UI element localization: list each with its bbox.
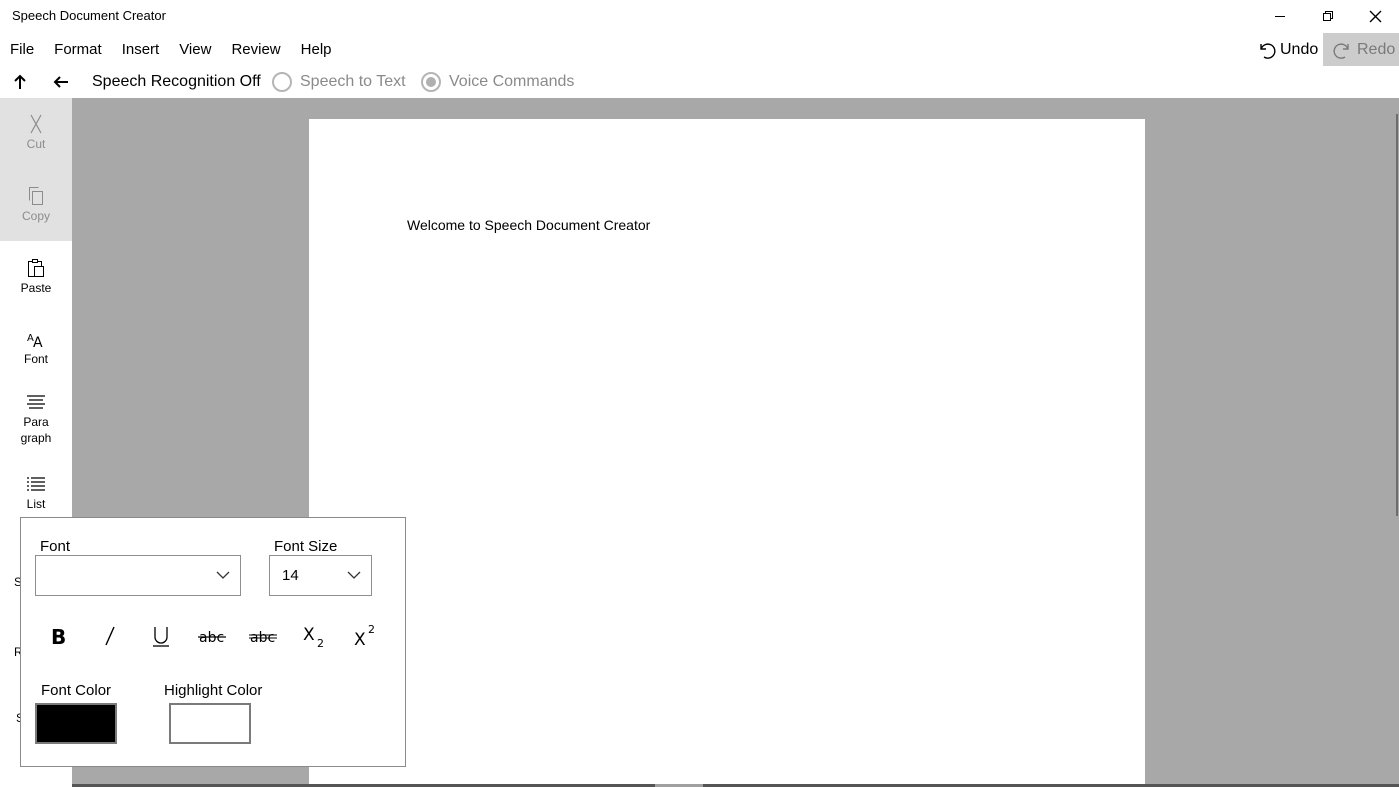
svg-text:2: 2 [317,637,324,649]
up-arrow-icon [14,74,26,89]
svg-text:B: B [51,625,66,648]
underline-button[interactable] [141,614,181,658]
italic-button[interactable] [90,614,130,658]
svg-text:abc: abc [199,630,224,646]
menu-review[interactable]: Review [221,34,290,66]
highlight-color-label: Highlight Color [164,682,263,699]
menu-format[interactable]: Format [44,34,112,66]
speech-recognition-status: Speech Recognition Off [92,73,261,90]
font-icon: AA [27,333,43,349]
list-label: List [26,497,46,511]
back-arrow-icon [53,76,68,88]
subscript-icon: X2 [303,625,324,649]
redo-icon [1333,42,1349,59]
strikethrough-icon: abc [198,630,226,646]
font-color-label: Font Color [41,682,112,699]
back-arrow-button[interactable] [44,66,78,98]
close-button[interactable] [1352,0,1398,32]
radio-voice-commands[interactable]: Voice Commands [421,66,574,98]
document-page[interactable]: Welcome to Speech Document Creator [309,119,1145,787]
radio-speech-to-text-label: Speech to Text [300,73,406,90]
scissors-icon [30,114,42,134]
copy-button[interactable]: Copy [0,186,72,224]
vertical-scrollbar[interactable] [1396,114,1398,516]
copy-icon [29,187,43,205]
redo-button[interactable]: Redo [1323,33,1399,66]
font-color-swatch[interactable] [35,703,117,744]
radio-speech-to-text[interactable]: Speech to Text [272,66,406,98]
subscript-button[interactable]: X2 [295,614,335,658]
paste-icon [28,259,44,277]
superscript-button[interactable]: X2 [346,614,386,658]
chevron-down-icon [347,571,361,579]
font-button[interactable]: AA Font [0,331,72,367]
menu-help[interactable]: Help [291,34,342,66]
paste-label: Paste [20,281,52,295]
svg-text:X: X [303,625,315,645]
svg-text:A: A [33,335,43,349]
redo-label: Redo [1357,40,1396,58]
restore-icon [1323,11,1333,21]
cut-label: Cut [26,137,46,151]
font-label: Font [23,352,48,366]
font-family-label: Font [40,538,71,555]
paragraph-label: Para graph [20,415,52,445]
chevron-down-icon [216,571,230,579]
document-text[interactable]: Welcome to Speech Document Creator [407,217,650,233]
paragraph-button[interactable]: Para graph [0,394,72,446]
restore-button[interactable] [1305,0,1351,32]
font-size-label: Font Size [274,538,338,555]
menu-bar: File Format Insert View Review Help [0,34,342,66]
up-arrow-button[interactable] [3,66,37,98]
radio-checked-icon [421,72,441,92]
undo-label: Undo [1280,40,1319,58]
undo-button[interactable]: Undo [1250,33,1320,66]
bold-button[interactable]: B [38,614,78,658]
italic-icon [105,626,115,646]
minimize-button[interactable] [1257,0,1303,32]
menu-view[interactable]: View [169,34,221,66]
font-size-dropdown[interactable]: 14 [269,555,372,596]
underline-icon [153,627,169,647]
close-icon [1369,10,1381,22]
paste-button[interactable]: Paste [0,258,72,296]
svg-text:X: X [354,630,366,649]
highlight-color-swatch[interactable] [169,703,251,744]
cut-button[interactable]: Cut [0,114,72,152]
list-button[interactable]: List [0,476,72,512]
superscript-icon: X2 [354,623,375,649]
title-bar: Speech Document Creator [0,0,1399,32]
speech-toolbar: Speech Recognition Off Speech to Text Vo… [0,66,1399,98]
copy-label: Copy [21,209,50,223]
app-title: Speech Document Creator [12,8,166,23]
minimize-icon [1275,16,1285,17]
list-icon [27,477,45,491]
font-size-value: 14 [282,567,299,584]
radio-unchecked-icon [272,72,292,92]
strikethrough-button[interactable]: abc [192,614,232,658]
double-strikethrough-icon: abc [249,630,277,646]
menu-file[interactable]: File [0,34,44,66]
radio-voice-commands-label: Voice Commands [449,73,575,90]
undo-icon [1260,42,1276,59]
menu-insert[interactable]: Insert [112,34,170,66]
double-strikethrough-button[interactable]: abc [243,614,283,658]
paragraph-icon [27,395,45,409]
svg-text:2: 2 [368,623,375,636]
font-family-dropdown[interactable] [35,555,241,596]
bold-icon: B [51,625,66,648]
